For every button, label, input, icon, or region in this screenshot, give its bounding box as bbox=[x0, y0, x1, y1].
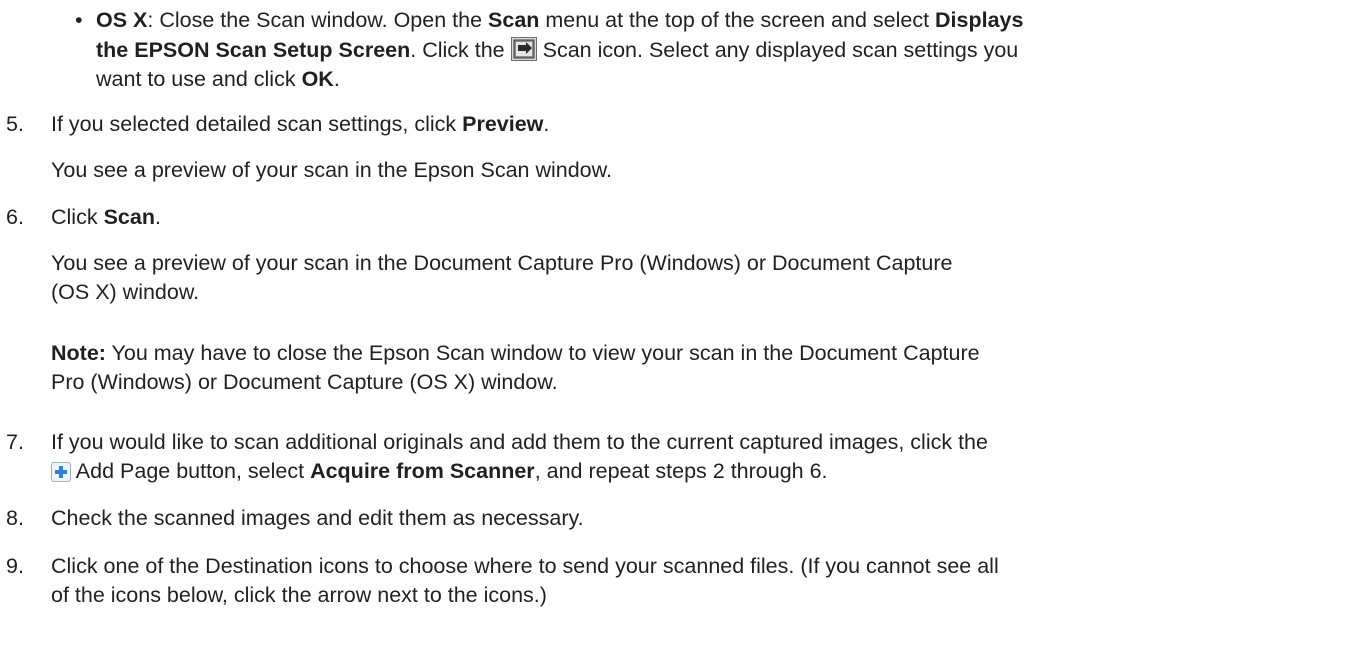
step-number: 7. bbox=[6, 430, 24, 454]
step-number: 5. bbox=[6, 112, 24, 136]
note-line-2: Pro (Windows) or Document Capture (OS X)… bbox=[51, 370, 558, 394]
add-page-icon bbox=[51, 461, 71, 490]
step-6-result-line-1: You see a preview of your scan in the Do… bbox=[51, 251, 953, 275]
note-line-1: Note: You may have to close the Epson Sc… bbox=[51, 341, 980, 365]
note-label: Note: bbox=[51, 341, 106, 365]
ok-button-name: OK bbox=[301, 67, 334, 91]
os-x-line-1: OS X: Close the Scan window. Open the Sc… bbox=[96, 8, 1024, 32]
step-number: 8. bbox=[6, 506, 24, 530]
scan-menu-name: Scan bbox=[488, 8, 540, 32]
scan-button-name: Scan bbox=[103, 205, 155, 229]
step-9-line-2: of the icons below, click the arrow next… bbox=[51, 583, 547, 607]
bullet-glyph: • bbox=[75, 8, 83, 32]
step-number: 9. bbox=[6, 554, 24, 578]
step-9-line-1: Click one of the Destination icons to ch… bbox=[51, 554, 999, 578]
step-6-result-line-2: (OS X) window. bbox=[51, 280, 200, 304]
step-6-line: Click Scan. bbox=[51, 205, 161, 229]
step-5-line: If you selected detailed scan settings, … bbox=[51, 112, 550, 136]
preview-button-name: Preview bbox=[462, 112, 544, 136]
step-7-line-2: Add Page button, select Acquire from Sca… bbox=[51, 457, 828, 490]
step-7-line-1: If you would like to scan additional ori… bbox=[51, 430, 988, 454]
os-x-label: OS X bbox=[96, 8, 148, 32]
setup-screen-option: the EPSON Scan Setup Screen bbox=[96, 38, 411, 62]
step-5-result: You see a preview of your scan in the Ep… bbox=[51, 158, 612, 182]
step-8-line: Check the scanned images and edit them a… bbox=[51, 506, 584, 530]
os-x-line-3: want to use and click OK. bbox=[96, 67, 340, 91]
displays-option: Displays bbox=[935, 8, 1024, 32]
step-number: 6. bbox=[6, 205, 24, 229]
acquire-option: Acquire from Scanner bbox=[310, 459, 535, 483]
scan-icon bbox=[510, 37, 537, 69]
